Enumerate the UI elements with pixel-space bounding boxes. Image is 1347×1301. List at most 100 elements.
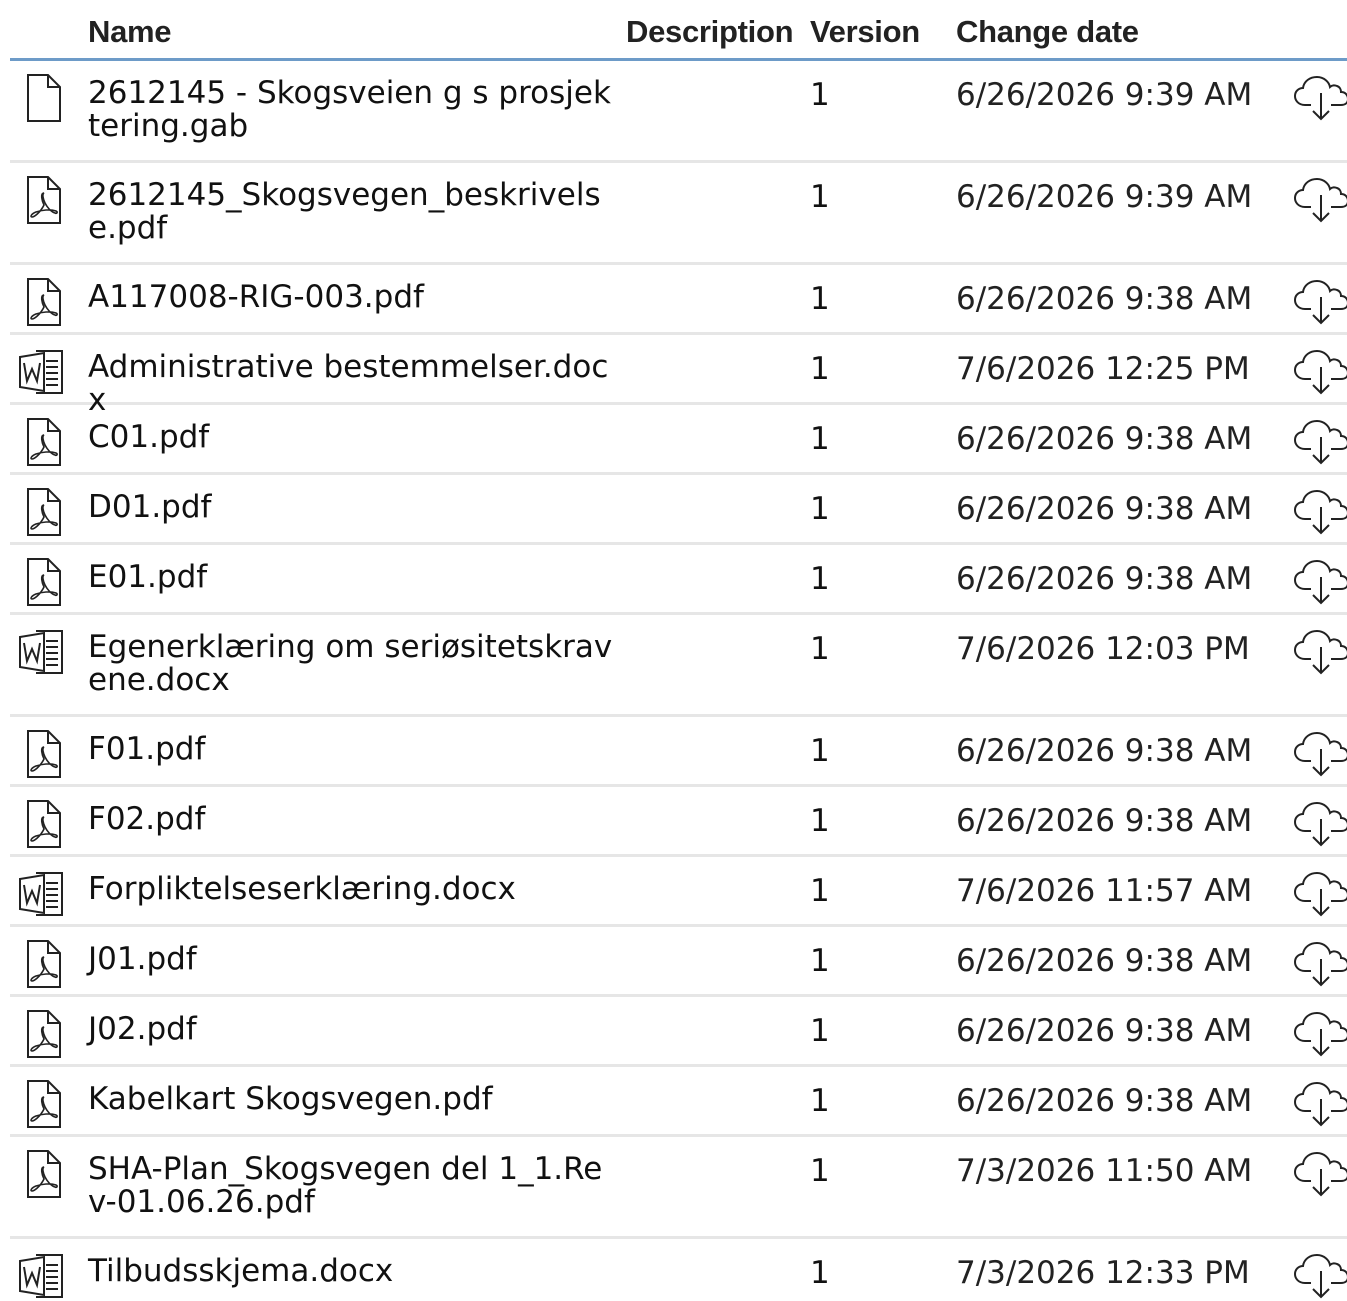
column-header-description[interactable]: Description [626,14,794,50]
table-row[interactable]: J02.pdf 1 6/26/2026 9:38 AM [10,997,1347,1067]
word-icon [18,1251,70,1301]
table-row[interactable]: Kabelkart Skogsvegen.pdf 1 6/26/2026 9:38 … [10,1067,1347,1137]
file-version: 1 [810,631,830,667]
file-name[interactable]: J01.pdf [88,943,618,976]
pdf-icon [18,487,70,537]
file-name[interactable]: D01.pdf [88,491,618,524]
file-name[interactable]: E01.pdf [88,561,618,594]
file-version: 1 [810,77,830,113]
word-icon [18,627,70,677]
pdf-icon [18,557,70,607]
file-change-date: 6/26/2026 9:38 AM [956,561,1253,597]
file-name[interactable]: Forpliktelseserklæring.docx [88,873,618,906]
file-name[interactable]: C01.pdf [88,421,618,454]
file-name[interactable]: J02.pdf [88,1013,618,1046]
file-name[interactable]: A117008-RIG-003.pdf [88,281,618,314]
file-version: 1 [810,733,830,769]
cloud-download-icon[interactable] [1293,557,1347,607]
file-name[interactable]: SHA-Plan_Skogsvegen del 1_1.Rev-01.06.26… [88,1153,618,1219]
table-row[interactable]: F01.pdf 1 6/26/2026 9:38 AM [10,717,1347,787]
file-change-date: 6/26/2026 9:38 AM [956,943,1253,979]
file-version: 1 [810,803,830,839]
file-version: 1 [810,1083,830,1119]
file-icon [18,73,70,123]
cloud-download-icon[interactable] [1293,487,1347,537]
table-row[interactable]: Administrative bestemmelser.docx 1 7/6/202… [10,335,1347,417]
cloud-download-icon[interactable] [1293,417,1347,467]
file-change-date: 7/6/2026 12:03 PM [956,631,1250,667]
cloud-download-icon[interactable] [1293,939,1347,989]
file-name[interactable]: Egenerklæring om seriøsitetskravene.docx [88,631,618,697]
file-change-date: 6/26/2026 9:39 AM [956,77,1253,113]
cloud-download-icon[interactable] [1293,277,1347,327]
table-row[interactable]: C01.pdf 1 6/26/2026 9:38 AM [10,405,1347,475]
file-change-date: 7/3/2026 12:33 PM [956,1255,1250,1291]
table-row[interactable]: Egenerklæring om seriøsitetskravene.docx… [10,615,1347,717]
cloud-download-icon[interactable] [1293,73,1347,123]
table-row[interactable]: J01.pdf 1 6/26/2026 9:38 AM [10,927,1347,997]
table-body: 2612145 - Skogsveien g s prosjektering.g… [10,61,1347,1299]
file-version: 1 [810,179,830,215]
cloud-download-icon[interactable] [1293,869,1347,919]
cloud-download-icon[interactable] [1293,1251,1347,1301]
table-row[interactable]: A117008-RIG-003.pdf 1 6/26/2026 9:38 AM [10,265,1347,335]
file-version: 1 [810,561,830,597]
word-icon [18,869,70,919]
column-header-change-date[interactable]: Change date [956,14,1139,50]
file-name[interactable]: 2612145 - Skogsveien g s prosjektering.g… [88,77,618,143]
file-name[interactable]: 2612145_Skogsvegen_beskrivelse.pdf [88,179,618,245]
file-version: 1 [810,873,830,909]
table-row[interactable]: SHA-Plan_Skogsvegen del 1_1.Rev-01.06.26… [10,1137,1347,1239]
cloud-download-icon[interactable] [1293,1079,1347,1129]
pdf-icon [18,175,70,225]
cloud-download-icon[interactable] [1293,729,1347,779]
file-change-date: 6/26/2026 9:38 AM [956,733,1253,769]
file-change-date: 6/26/2026 9:38 AM [956,491,1253,527]
table-row[interactable]: 2612145_Skogsvegen_beskrivelse.pdf 1 6/26/… [10,163,1347,265]
file-change-date: 6/26/2026 9:39 AM [956,179,1253,215]
word-icon [18,347,70,397]
file-name[interactable]: F01.pdf [88,733,618,766]
cloud-download-icon[interactable] [1293,799,1347,849]
pdf-icon [18,799,70,849]
pdf-icon [18,1079,70,1129]
file-version: 1 [810,491,830,527]
pdf-icon [18,417,70,467]
file-change-date: 6/26/2026 9:38 AM [956,281,1253,317]
file-version: 1 [810,281,830,317]
file-version: 1 [810,1153,830,1189]
cloud-download-icon[interactable] [1293,627,1347,677]
table-row[interactable]: E01.pdf 1 6/26/2026 9:38 AM [10,545,1347,615]
file-change-date: 6/26/2026 9:38 AM [956,803,1253,839]
cloud-download-icon[interactable] [1293,175,1347,225]
table-row[interactable]: Forpliktelseserklæring.docx 1 7/6/2026 11:… [10,857,1347,927]
cloud-download-icon[interactable] [1293,347,1347,397]
table-row[interactable]: 2612145 - Skogsveien g s prosjektering.g… [10,61,1347,163]
file-name[interactable]: Kabelkart Skogsvegen.pdf [88,1083,618,1116]
cloud-download-icon[interactable] [1293,1009,1347,1059]
table-row[interactable]: F02.pdf 1 6/26/2026 9:38 AM [10,787,1347,857]
pdf-icon [18,729,70,779]
pdf-icon [18,277,70,327]
file-table: Name Description Version Change date 261… [10,0,1347,1299]
file-change-date: 7/6/2026 11:57 AM [956,873,1253,909]
pdf-icon [18,1149,70,1199]
column-header-name[interactable]: Name [88,14,172,50]
file-change-date: 6/26/2026 9:38 AM [956,1083,1253,1119]
file-name[interactable]: Tilbudsskjema.docx [88,1255,618,1288]
file-version: 1 [810,1013,830,1049]
table-header: Name Description Version Change date [10,0,1347,61]
table-row[interactable]: Tilbudsskjema.docx 1 7/3/2026 12:33 PM [10,1239,1347,1299]
column-header-version[interactable]: Version [810,14,920,50]
file-change-date: 6/26/2026 9:38 AM [956,1013,1253,1049]
file-version: 1 [810,351,830,387]
cloud-download-icon[interactable] [1293,1149,1347,1199]
table-row[interactable]: D01.pdf 1 6/26/2026 9:38 AM [10,475,1347,545]
pdf-icon [18,1009,70,1059]
file-change-date: 6/26/2026 9:38 AM [956,421,1253,457]
file-version: 1 [810,421,830,457]
file-version: 1 [810,943,830,979]
file-change-date: 7/6/2026 12:25 PM [956,351,1250,387]
file-version: 1 [810,1255,830,1291]
file-name[interactable]: F02.pdf [88,803,618,836]
